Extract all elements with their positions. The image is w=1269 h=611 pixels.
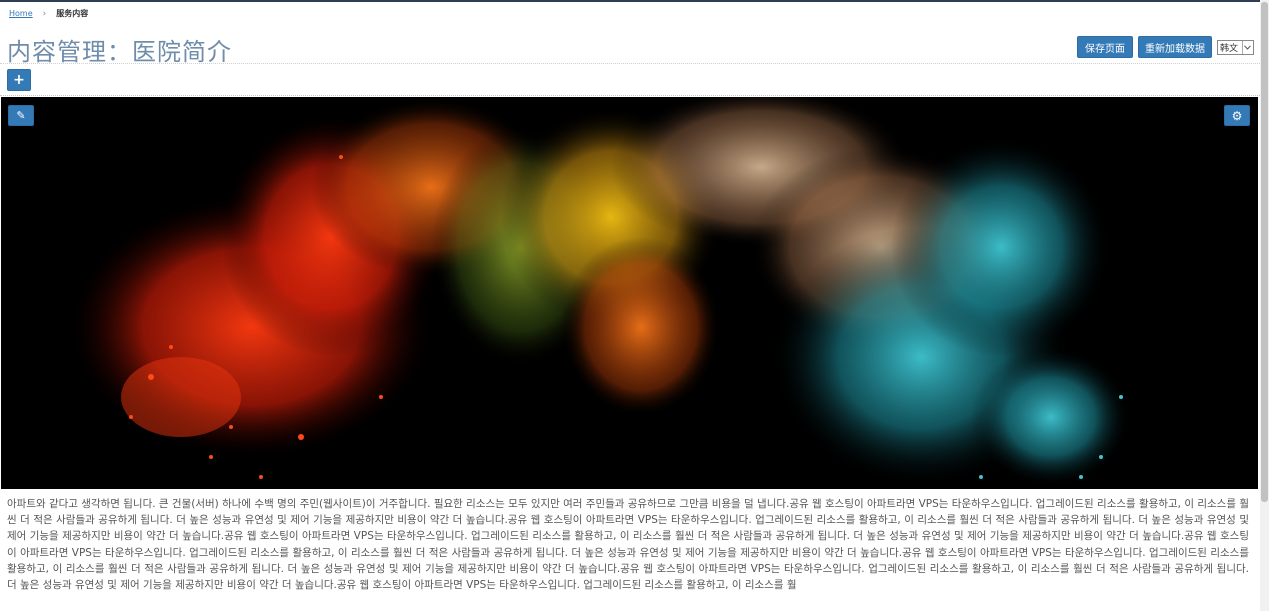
save-page-button[interactable]: 保存页面	[1077, 36, 1133, 58]
language-select-value: 韩文	[1220, 44, 1239, 54]
language-select[interactable]: 韩文	[1217, 40, 1254, 55]
breadcrumb-home-link[interactable]: Home	[9, 9, 33, 18]
top-border	[0, 0, 1269, 2]
breadcrumb-current: 服务内容	[56, 9, 89, 18]
edit-icon: ✎	[16, 109, 26, 122]
scrollbar-thumb[interactable]	[1261, 2, 1268, 502]
reload-data-button[interactable]: 重新加载数据	[1138, 36, 1212, 58]
page-scrollbar[interactable]	[1260, 0, 1269, 611]
hero-banner: ✎ ⚙	[1, 97, 1258, 489]
chevron-down-icon	[1242, 41, 1252, 54]
hero-settings-button[interactable]: ⚙	[1224, 105, 1250, 126]
content-paragraph: 아파트와 같다고 생각하면 됩니다. 큰 건물(서버) 하나에 수백 명의 주민…	[7, 498, 1249, 592]
gear-icon: ⚙	[1231, 108, 1243, 123]
add-section-button[interactable]: +	[7, 69, 31, 91]
toolbar: +	[0, 65, 1260, 96]
page-title: 内容管理：医院简介	[7, 38, 232, 66]
breadcrumb-separator: ›	[42, 8, 47, 19]
edit-hero-button[interactable]: ✎	[8, 105, 34, 126]
hero-image	[1, 97, 1258, 489]
plus-icon: +	[13, 72, 25, 88]
breadcrumb: Home › 服务内容	[9, 8, 88, 19]
page-header: 内容管理：医院简介 保存页面 重新加载数据 韩文	[0, 26, 1260, 66]
